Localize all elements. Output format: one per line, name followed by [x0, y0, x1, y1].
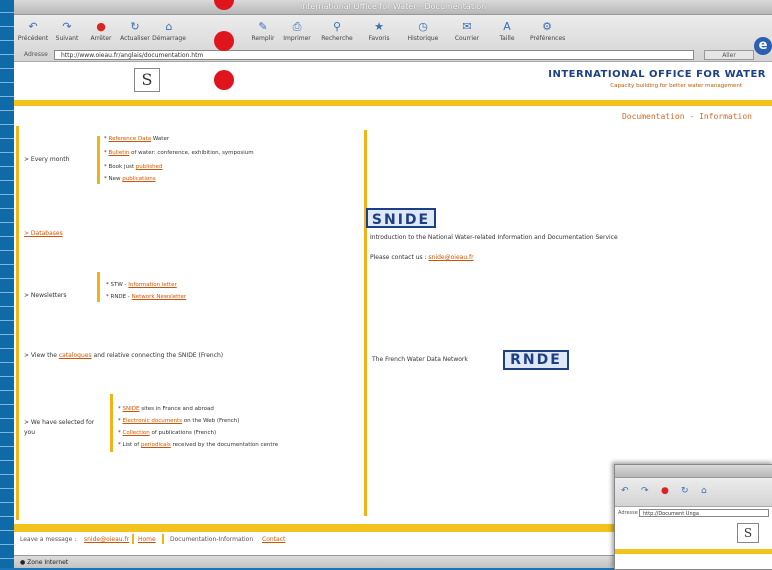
home-icon[interactable]: ⌂ — [701, 486, 707, 496]
forward-button[interactable]: ↷ Suivant — [50, 20, 84, 43]
link[interactable]: publications — [122, 176, 155, 182]
header-band — [14, 100, 772, 106]
link[interactable]: Bulletin — [109, 150, 130, 156]
back-arrow-icon[interactable]: ↶ — [621, 486, 629, 496]
refresh-button[interactable]: ↻ Actualiser — [118, 20, 152, 43]
bracket-bar — [97, 272, 100, 302]
mail-icon: ✉ — [462, 20, 472, 33]
every-month-label: > Every month — [24, 156, 70, 163]
stop-button[interactable]: ● Arrêter — [84, 20, 118, 43]
refresh-icon[interactable]: ↻ — [681, 486, 689, 496]
text-size-button[interactable]: A Taille — [490, 20, 524, 43]
preferences-button[interactable]: ⚙ Préférences — [530, 20, 565, 43]
link[interactable]: Network Newsletter — [132, 294, 186, 300]
window-title: International Office for Water - Documen… — [14, 0, 772, 15]
second-window-titlebar[interactable] — [615, 465, 772, 478]
snide-intro: Introduction to the National Water-relat… — [370, 234, 618, 241]
text-size-icon: A — [503, 20, 511, 33]
list-item: * Bulletin of water: conference, exhibit… — [104, 150, 254, 156]
link[interactable]: Electronic documents — [123, 418, 182, 424]
link[interactable]: Reference Data — [109, 136, 152, 142]
catalogues-link[interactable]: catalogues — [59, 352, 92, 359]
desktop-left-strip — [0, 0, 14, 568]
address-label: Adresse — [24, 51, 48, 58]
preferences-icon: ⚙ — [542, 20, 552, 33]
page-title: Documentation - Information — [621, 112, 752, 121]
address-bar: Adresse http://www.oieau.fr/anglais/docu… — [14, 48, 772, 64]
print-icon: ⎙ — [292, 20, 302, 33]
autofill-button[interactable]: ✎ Remplir — [246, 20, 280, 43]
favorites-icon: ★ — [374, 20, 384, 33]
list-item: * Collection of publications (French) — [118, 430, 217, 436]
second-window-toolbar: ↶ ↷ ● ↻ ⌂ — [615, 478, 772, 507]
stop-icon: ● — [96, 20, 106, 33]
red-marker — [214, 31, 234, 51]
list-item: * Reference Data Water — [104, 136, 170, 142]
list-item: * RNDE - Network Newsletter — [106, 294, 187, 300]
second-address-input[interactable]: http://Document Unga — [639, 509, 769, 517]
bracket-bar — [110, 394, 113, 452]
stop-icon[interactable]: ● — [661, 486, 669, 496]
forward-arrow-icon: ↷ — [62, 20, 72, 33]
link[interactable]: SNIDE — [123, 406, 140, 412]
org-name: INTERNATIONAL OFFICE FOR WATER — [548, 69, 766, 80]
history-icon: ◷ — [418, 20, 428, 33]
favorites-button[interactable]: ★ Favoris — [362, 20, 396, 43]
footer-contact-link[interactable]: Contact — [262, 536, 285, 543]
databases-link[interactable]: > Databases — [24, 230, 63, 237]
search-icon: ⚲ — [332, 20, 342, 33]
bracket-bar — [97, 136, 100, 184]
link[interactable]: periodicals — [141, 442, 171, 448]
site-logo[interactable]: S — [737, 523, 759, 543]
back-button[interactable]: ↶ Précédent — [16, 20, 50, 43]
list-item: * List of periodicals received by the do… — [118, 442, 279, 448]
second-address-bar: Adresse http://Document Unga — [615, 507, 772, 519]
rnde-logo[interactable]: RNDE — [503, 350, 569, 370]
header-band — [615, 549, 772, 554]
list-item: * Book just published — [104, 164, 163, 170]
footer-divider — [132, 534, 134, 544]
list-item: * Electronic documents on the Web (Frenc… — [118, 418, 240, 424]
site-logo[interactable]: S — [134, 68, 160, 92]
red-marker — [214, 70, 234, 90]
org-subtitle: Capacity building for better water manag… — [610, 83, 742, 89]
footer-divider — [162, 534, 164, 544]
left-border-bar — [16, 126, 19, 520]
forward-arrow-icon[interactable]: ↷ — [641, 486, 649, 496]
home-button[interactable]: ⌂ Démarrage — [152, 20, 186, 43]
list-item: * SNIDE sites in France and abroad — [118, 406, 214, 412]
history-button[interactable]: ◷ Historique — [406, 20, 440, 43]
contact-line: Please contact us : snide@oieau.fr — [370, 254, 474, 261]
back-arrow-icon: ↶ — [28, 20, 38, 33]
refresh-icon: ↻ — [130, 20, 140, 33]
catalogues-line: > View the catalogues and relative conne… — [24, 352, 224, 359]
second-page-content: S — [615, 519, 772, 559]
column-divider — [364, 130, 367, 516]
rnde-text: The French Water Data Network — [372, 356, 468, 363]
link[interactable]: published — [136, 164, 163, 170]
selected-label: > We have selected for you — [24, 419, 95, 436]
autofill-icon: ✎ — [258, 20, 268, 33]
list-item: * STW - Information letter — [106, 282, 177, 288]
footer-home-link[interactable]: Home — [138, 536, 156, 543]
search-button[interactable]: ⚲ Recherche — [320, 20, 354, 43]
home-icon: ⌂ — [165, 20, 173, 33]
print-button[interactable]: ⎙ Imprimer — [280, 20, 314, 43]
list-item: * New publications — [104, 176, 156, 182]
address-input[interactable]: http://www.oieau.fr/anglais/documentatio… — [54, 50, 694, 60]
snide-logo[interactable]: SNIDE — [366, 208, 436, 228]
second-browser-window[interactable]: ↶ ↷ ● ↻ ⌂ Adresse http://Document Unga S — [614, 464, 772, 570]
link[interactable]: Information letter — [128, 282, 176, 288]
link[interactable]: Collection — [123, 430, 150, 436]
footer-email-link[interactable]: snide@oieau.fr — [84, 536, 129, 543]
mail-button[interactable]: ✉ Courrier — [450, 20, 484, 43]
newsletters-label: > Newsletters — [24, 292, 67, 299]
go-button[interactable]: Aller — [704, 50, 754, 60]
contact-email-link[interactable]: snide@oieau.fr — [429, 254, 474, 261]
